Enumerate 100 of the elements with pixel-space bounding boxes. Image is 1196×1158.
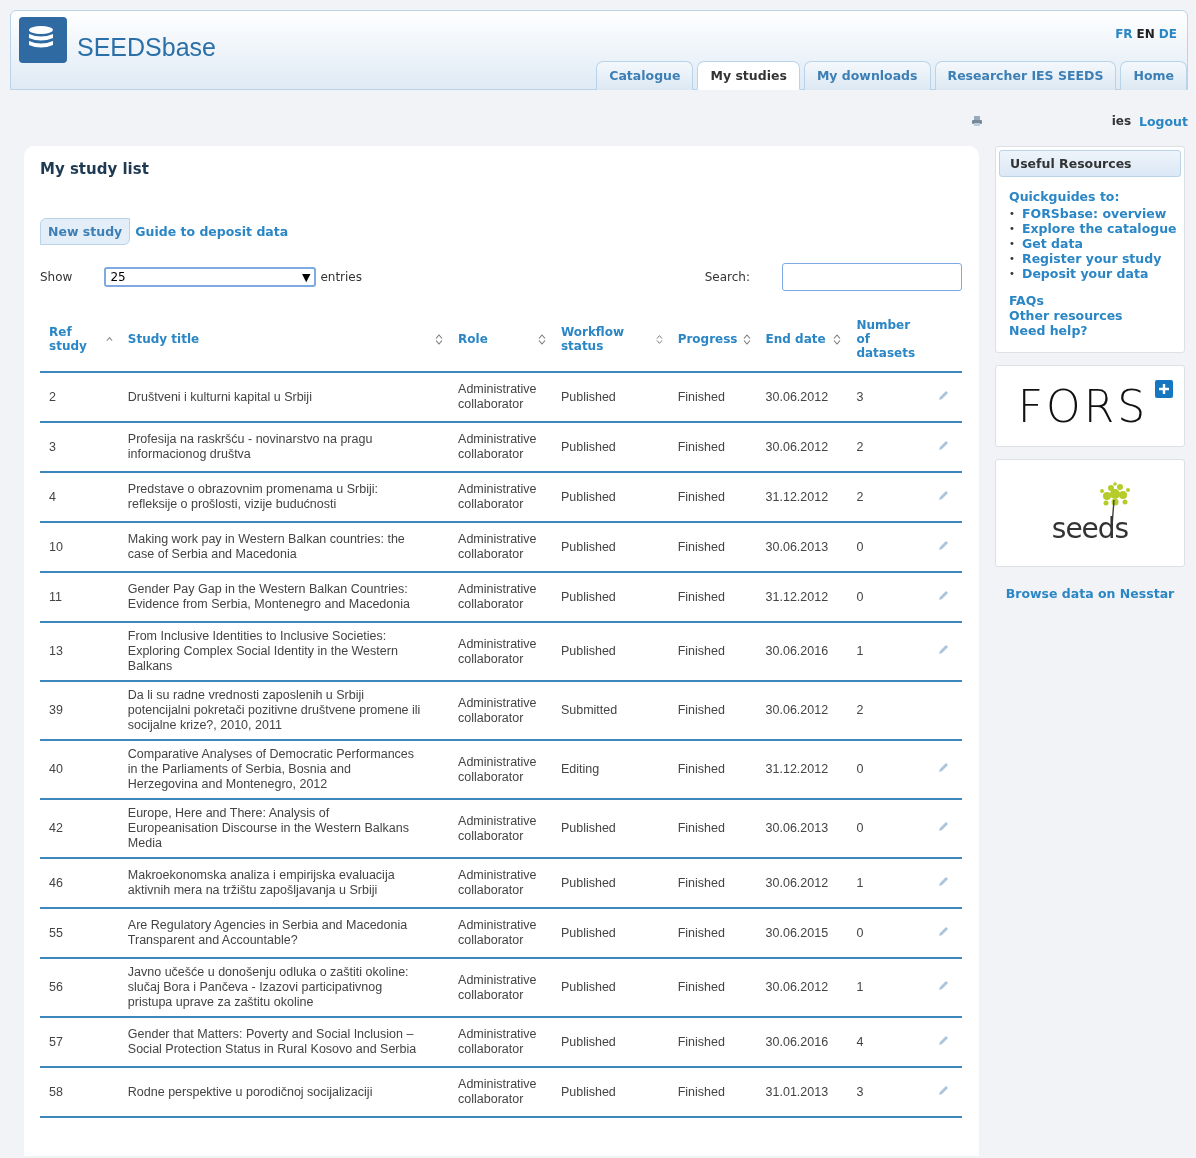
resource-link[interactable]: Need help?: [1009, 323, 1181, 338]
table-cell: 55: [40, 908, 119, 958]
table-cell: 2: [40, 372, 119, 422]
table-cell: 57: [40, 1017, 119, 1067]
sort-icon[interactable]: [742, 333, 751, 345]
sort-icon[interactable]: [537, 333, 546, 345]
entries-select[interactable]: 25 ▼: [104, 267, 317, 287]
column-header[interactable]: Ref study: [49, 325, 106, 353]
sort-icon[interactable]: [655, 333, 663, 345]
table-cell: 2: [847, 422, 930, 472]
table-cell: 30.06.2012: [756, 372, 848, 422]
study-title-cell: Rodne perspektive u porodičnoj socijalizaciji: [118, 1067, 450, 1117]
table-cell: Administrative collaborator: [449, 858, 552, 908]
table-cell: Finished: [668, 472, 757, 522]
table-cell: Published: [551, 858, 669, 908]
table-cell: Administrative collaborator: [449, 1067, 552, 1117]
table-cell: Published: [551, 908, 669, 958]
table-cell: 30.06.2012: [756, 681, 848, 740]
language-link[interactable]: DE: [1158, 27, 1177, 41]
nav-tab[interactable]: My studies: [697, 61, 800, 90]
new-study-button[interactable]: New study: [40, 218, 131, 245]
pencil-icon[interactable]: [938, 1034, 950, 1046]
table-cell: Published: [551, 958, 669, 1017]
table-cell: Administrative collaborator: [449, 908, 552, 958]
quickguides-link[interactable]: Quickguides to:: [1009, 189, 1181, 204]
table-cell: 31.12.2012: [756, 740, 848, 799]
guide-link[interactable]: Register your study: [1022, 251, 1162, 266]
guide-link[interactable]: FORSbase: overview: [1022, 206, 1167, 221]
resource-link[interactable]: FAQs: [1009, 293, 1181, 308]
guide-link[interactable]: Deposit your data: [1022, 266, 1149, 281]
nav-tab[interactable]: Home: [1120, 61, 1187, 90]
table-cell: 1: [847, 858, 930, 908]
column-header[interactable]: End date: [765, 332, 826, 346]
table-cell: Finished: [668, 1017, 757, 1067]
table-cell: 30.06.2012: [756, 958, 848, 1017]
study-title-cell: Gender that Matters: Poverty and Social Inclusion – Social Protection Status in Rural Kosovo and Serbia: [118, 1017, 450, 1067]
table-cell: 39: [40, 681, 119, 740]
column-header[interactable]: Progress: [677, 332, 738, 346]
column-header[interactable]: Workflow status: [560, 325, 656, 353]
table-cell: 42: [40, 799, 119, 858]
printer-icon[interactable]: [971, 116, 982, 126]
column-header[interactable]: Role: [458, 332, 488, 346]
table-cell: 0: [847, 908, 930, 958]
column-header[interactable]: Study title: [127, 332, 200, 346]
table-cell: 31.01.2013: [756, 1067, 848, 1117]
show-label: Show: [40, 270, 73, 284]
nav-tab[interactable]: My downloads: [803, 61, 931, 90]
bullet-icon: •: [1009, 206, 1022, 221]
search-field[interactable]: [782, 263, 962, 291]
column-header[interactable]: Number of datasets: [856, 318, 920, 360]
table-cell: Published: [551, 799, 669, 858]
language-link[interactable]: FR: [1115, 27, 1133, 41]
nav-tab[interactable]: Catalogue: [596, 61, 694, 90]
language-link[interactable]: EN: [1136, 27, 1155, 41]
pencil-icon[interactable]: [938, 762, 950, 773]
study-title-cell: From Inclusive Identities to Inclusive Societies: Exploring Complex Social Identity in the Western Balkans: [118, 622, 450, 681]
resource-link[interactable]: Other resources: [1009, 308, 1181, 323]
table-cell: 30.06.2016: [756, 622, 848, 681]
partner-logo-text: seeds: [1051, 511, 1129, 545]
plus-icon: [1155, 380, 1173, 398]
pencil-icon[interactable]: [938, 489, 950, 501]
pencil-icon[interactable]: [938, 539, 950, 551]
table-cell: 13: [40, 622, 119, 681]
table-cell: Submitted: [551, 681, 669, 740]
table-cell: Finished: [668, 422, 757, 472]
table-cell: 58: [40, 1067, 119, 1117]
table-cell: Finished: [668, 799, 757, 858]
table-cell: 40: [40, 740, 119, 799]
pencil-icon[interactable]: [938, 589, 950, 601]
logout-link[interactable]: Logout: [1139, 113, 1188, 129]
table-cell: Administrative collaborator: [449, 681, 552, 740]
table-cell: Published: [551, 1067, 669, 1117]
table-cell: 46: [40, 858, 119, 908]
guide-link[interactable]: Get data: [1022, 236, 1083, 251]
pencil-icon[interactable]: [938, 389, 950, 401]
sort-icon[interactable]: [833, 333, 842, 345]
pencil-icon[interactable]: [938, 980, 950, 991]
sort-ascending-icon[interactable]: [105, 336, 113, 342]
table-cell: Administrative collaborator: [449, 740, 552, 799]
table-cell: 30.06.2012: [756, 422, 848, 472]
table-cell: Finished: [668, 958, 757, 1017]
nav-tab[interactable]: Researcher IES SEEDS: [934, 61, 1117, 90]
table-cell: Administrative collaborator: [449, 572, 552, 622]
sort-icon[interactable]: [435, 333, 444, 345]
pencil-icon[interactable]: [938, 925, 950, 937]
pencil-icon[interactable]: [938, 439, 950, 451]
guide-link[interactable]: Explore the catalogue: [1022, 221, 1177, 236]
study-title-cell: Gender Pay Gap in the Western Balkan Countries: Evidence from Serbia, Montenegro and Macedonia: [118, 572, 450, 622]
table-cell: 30.06.2013: [756, 522, 848, 572]
guide-link[interactable]: Guide to deposit data: [135, 224, 289, 239]
dropdown-caret-icon: ▼: [301, 270, 311, 284]
pencil-icon[interactable]: [938, 821, 950, 832]
pencil-icon[interactable]: [938, 875, 950, 887]
table-cell: Published: [551, 422, 669, 472]
table-cell: Finished: [668, 572, 757, 622]
pencil-icon[interactable]: [938, 1084, 950, 1096]
pencil-icon[interactable]: [938, 644, 950, 655]
nesstar-link[interactable]: Browse data on Nesstar: [1005, 586, 1175, 601]
study-title-cell: Makroekonomska analiza i empirijska evaluacija aktivnih mera na tržištu zapošljavanja u Srbiji: [118, 858, 450, 908]
table-cell: 31.12.2012: [756, 572, 848, 622]
